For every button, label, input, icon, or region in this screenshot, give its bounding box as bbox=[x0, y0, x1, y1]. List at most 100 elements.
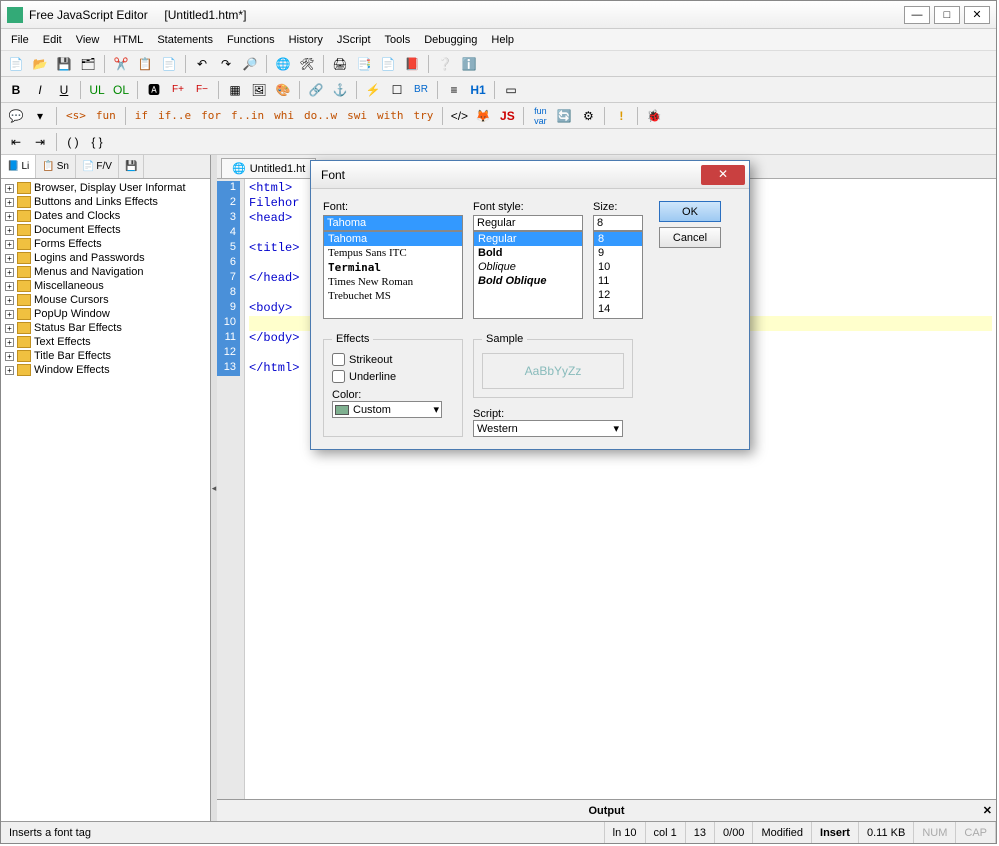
braces-icon[interactable]: { } bbox=[86, 131, 108, 153]
preview-icon[interactable]: 📑 bbox=[353, 53, 375, 75]
sidebar-tab-db[interactable]: 💾 bbox=[119, 155, 144, 178]
script-dropdown[interactable]: Western ▾ bbox=[473, 420, 623, 437]
fontcolor-icon[interactable]: 🅰 bbox=[143, 79, 165, 101]
bug-icon[interactable]: 🐞 bbox=[643, 105, 665, 127]
expand-icon[interactable]: + bbox=[5, 296, 14, 305]
br-button[interactable]: BR bbox=[410, 79, 432, 101]
find-icon[interactable]: 🔎 bbox=[239, 53, 261, 75]
sidebar-tab-snippets[interactable]: 📋Sn bbox=[36, 155, 76, 178]
anchor-icon[interactable]: ⚓ bbox=[329, 79, 351, 101]
list-item[interactable]: Tempus Sans ITC bbox=[324, 246, 462, 260]
size-input[interactable] bbox=[593, 215, 643, 231]
list-item[interactable]: Tahoma bbox=[324, 232, 462, 246]
flash-icon[interactable]: ⚡ bbox=[362, 79, 384, 101]
saveall-icon[interactable]: 🗂 bbox=[77, 53, 99, 75]
ok-button[interactable]: OK bbox=[659, 201, 721, 222]
save-icon[interactable]: 💾 bbox=[53, 53, 75, 75]
output-close-icon[interactable]: ✕ bbox=[983, 804, 992, 817]
warn-icon[interactable]: ! bbox=[610, 105, 632, 127]
doc-icon[interactable]: 📄 bbox=[377, 53, 399, 75]
tree-item[interactable]: +Menus and Navigation bbox=[3, 265, 208, 279]
refresh-icon[interactable]: 🔄 bbox=[553, 105, 575, 127]
color-dropdown[interactable]: Custom ▾ bbox=[332, 401, 442, 418]
tree-item[interactable]: +Browser, Display User Informat bbox=[3, 181, 208, 195]
tree-item[interactable]: +Document Effects bbox=[3, 223, 208, 237]
list-item[interactable]: Trebuchet MS bbox=[324, 289, 462, 303]
kw-fin[interactable]: f..in bbox=[227, 109, 268, 122]
expand-icon[interactable]: + bbox=[5, 352, 14, 361]
kw-s[interactable]: <s> bbox=[62, 109, 90, 122]
editor-tab[interactable]: 🌐 Untitled1.ht bbox=[221, 158, 316, 178]
strikeout-checkbox[interactable] bbox=[332, 353, 345, 366]
expand-icon[interactable]: + bbox=[5, 254, 14, 263]
tree-item[interactable]: +Title Bar Effects bbox=[3, 349, 208, 363]
style-list[interactable]: RegularBoldObliqueBold Oblique bbox=[473, 231, 583, 319]
gear-icon[interactable]: ⚙ bbox=[577, 105, 599, 127]
list-item[interactable]: 16 bbox=[594, 316, 642, 319]
cut-icon[interactable]: ✂️ bbox=[110, 53, 132, 75]
menu-file[interactable]: File bbox=[5, 32, 35, 48]
list-item[interactable]: Oblique bbox=[474, 260, 582, 274]
new-icon[interactable]: 📄 bbox=[5, 53, 27, 75]
fontinc-button[interactable]: F+ bbox=[167, 79, 189, 101]
msgbox-icon[interactable]: 💬 bbox=[5, 105, 27, 127]
list-item[interactable]: Bold Oblique bbox=[474, 274, 582, 288]
brackets-icon[interactable]: ( ) bbox=[62, 131, 84, 153]
link-icon[interactable]: 🔗 bbox=[305, 79, 327, 101]
globe-icon[interactable]: 🌐 bbox=[272, 53, 294, 75]
paste-icon[interactable]: 📄 bbox=[158, 53, 180, 75]
align-icon[interactable]: ≡ bbox=[443, 79, 465, 101]
menu-debugging[interactable]: Debugging bbox=[418, 32, 483, 48]
expand-icon[interactable]: + bbox=[5, 324, 14, 333]
list-item[interactable]: 12 bbox=[594, 288, 642, 302]
undo-icon[interactable]: ↶ bbox=[191, 53, 213, 75]
expand-icon[interactable]: + bbox=[5, 282, 14, 291]
menu-jscript[interactable]: JScript bbox=[331, 32, 377, 48]
cancel-button[interactable]: Cancel bbox=[659, 227, 721, 248]
expand-icon[interactable]: + bbox=[5, 310, 14, 319]
expand-icon[interactable]: + bbox=[5, 268, 14, 277]
ul-button[interactable]: UL bbox=[86, 79, 108, 101]
tree-item[interactable]: +Buttons and Links Effects bbox=[3, 195, 208, 209]
indent-icon[interactable]: ⇥ bbox=[29, 131, 51, 153]
expand-icon[interactable]: + bbox=[5, 226, 14, 235]
expand-icon[interactable]: + bbox=[5, 212, 14, 221]
close-button[interactable]: ✕ bbox=[964, 6, 990, 24]
size-list[interactable]: 891011121416 bbox=[593, 231, 643, 319]
tools-icon[interactable]: 🛠 bbox=[296, 53, 318, 75]
tree-item[interactable]: +Text Effects bbox=[3, 335, 208, 349]
script-icon[interactable]: </> bbox=[448, 105, 470, 127]
fox-icon[interactable]: 🦊 bbox=[472, 105, 494, 127]
menu-help[interactable]: Help bbox=[485, 32, 520, 48]
bold-button[interactable]: B bbox=[5, 79, 27, 101]
copy-icon[interactable]: 📋 bbox=[134, 53, 156, 75]
list-item[interactable]: Bold bbox=[474, 246, 582, 260]
menu-html[interactable]: HTML bbox=[107, 32, 149, 48]
help-icon[interactable]: ❔ bbox=[434, 53, 456, 75]
form-icon[interactable]: ☐ bbox=[386, 79, 408, 101]
kw-swi[interactable]: swi bbox=[343, 109, 371, 122]
kw-with[interactable]: with bbox=[373, 109, 408, 122]
tree-item[interactable]: +Forms Effects bbox=[3, 237, 208, 251]
palette-icon[interactable]: 🎨 bbox=[272, 79, 294, 101]
list-item[interactable]: Times New Roman bbox=[324, 275, 462, 289]
dropdown-icon[interactable]: ▾ bbox=[29, 105, 51, 127]
sidebar-tab-fv[interactable]: 📄F/V bbox=[76, 155, 119, 178]
menu-tools[interactable]: Tools bbox=[379, 32, 417, 48]
tree-item[interactable]: +Dates and Clocks bbox=[3, 209, 208, 223]
list-item[interactable]: Regular bbox=[474, 232, 582, 246]
info-icon[interactable]: ℹ️ bbox=[458, 53, 480, 75]
expand-icon[interactable]: + bbox=[5, 366, 14, 375]
kw-dow[interactable]: do..w bbox=[300, 109, 341, 122]
menu-view[interactable]: View bbox=[70, 32, 106, 48]
tree-item[interactable]: +Window Effects bbox=[3, 363, 208, 377]
sidebar-tab-library[interactable]: 📘Li bbox=[1, 155, 36, 178]
kw-whi[interactable]: whi bbox=[270, 109, 298, 122]
font-input[interactable] bbox=[323, 215, 463, 231]
kw-fun[interactable]: fun bbox=[92, 109, 120, 122]
open-icon[interactable]: 📂 bbox=[29, 53, 51, 75]
dialog-close-button[interactable]: ✕ bbox=[701, 165, 745, 185]
tree-item[interactable]: +PopUp Window bbox=[3, 307, 208, 321]
expand-icon[interactable]: + bbox=[5, 198, 14, 207]
minimize-button[interactable]: — bbox=[904, 6, 930, 24]
